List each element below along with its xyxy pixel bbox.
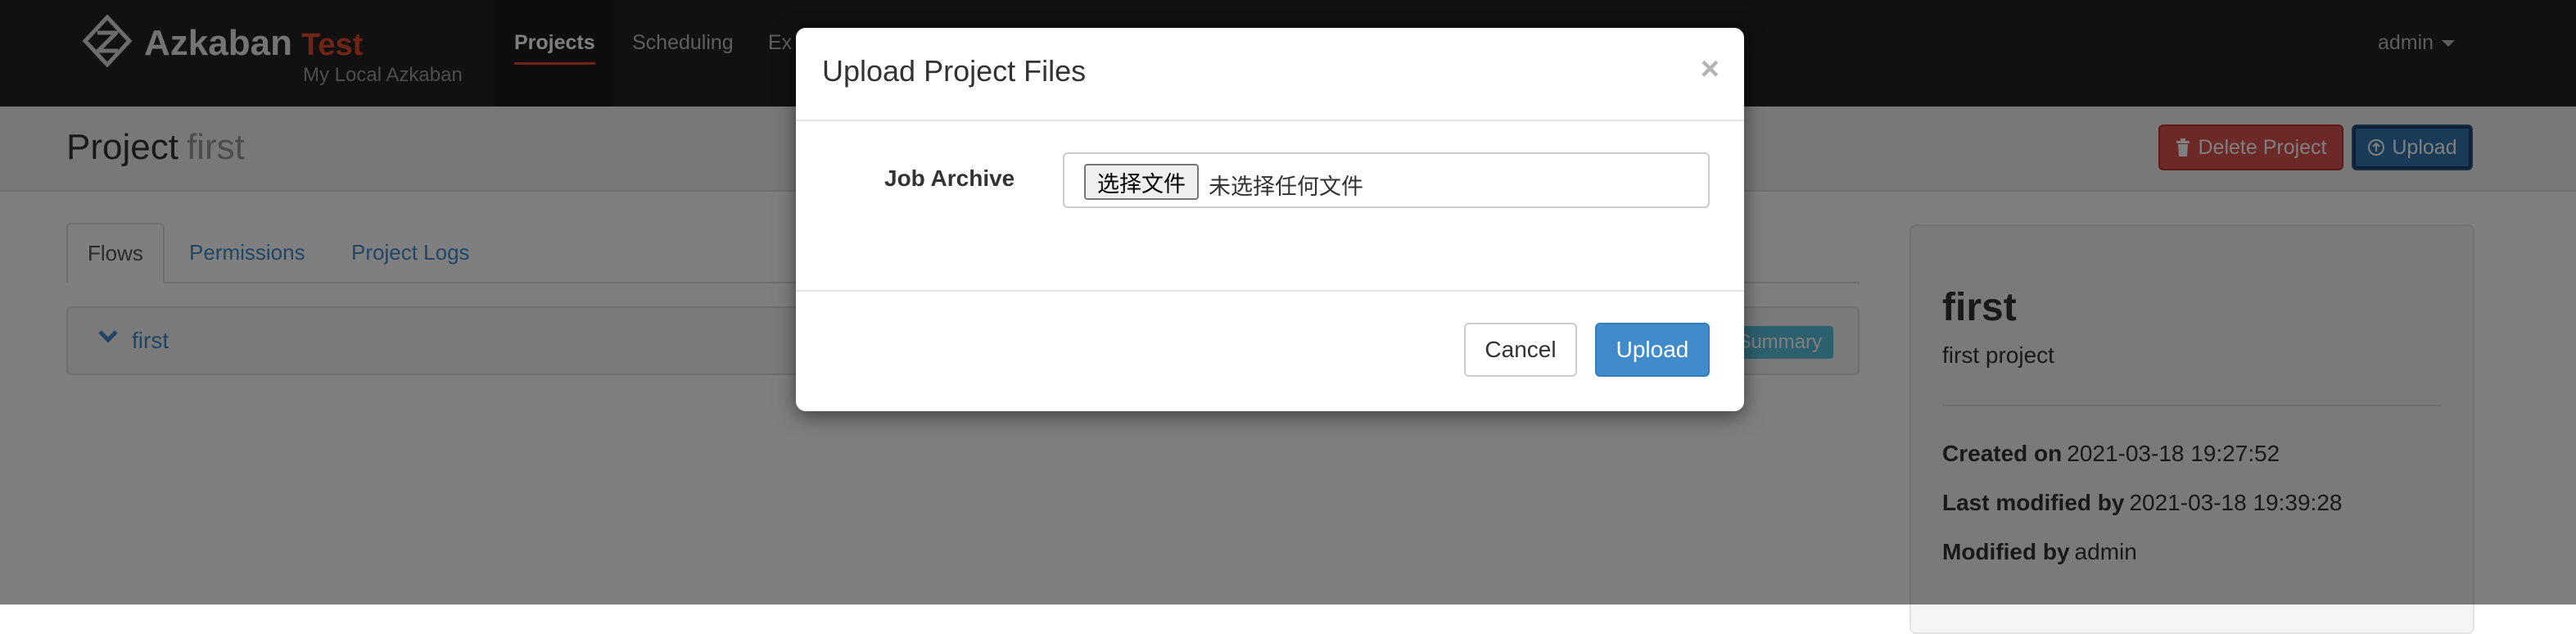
job-archive-label: Job Archive [884,165,1015,191]
modal-upload-button[interactable]: Upload [1595,323,1710,377]
cancel-button[interactable]: Cancel [1464,323,1577,377]
modal-body: Job Archive 选择文件 未选择任何文件 [796,121,1744,290]
file-status-text: 未选择任何文件 [1209,174,1363,199]
modal-title: Upload Project Files [822,54,1087,88]
modal-header: Upload Project Files × [796,28,1744,121]
job-archive-file-input[interactable]: 选择文件 未选择任何文件 [1063,152,1710,208]
modal-footer: Cancel Upload [796,290,1744,413]
upload-modal: Upload Project Files × Job Archive 选择文件 … [796,28,1744,411]
close-icon[interactable]: × [1701,52,1720,85]
choose-file-button[interactable]: 选择文件 [1084,164,1199,200]
